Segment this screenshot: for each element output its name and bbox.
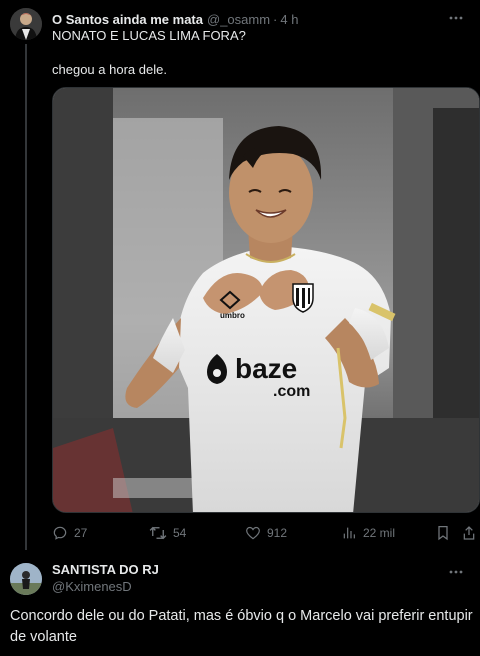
- reply-more-options-button[interactable]: [446, 562, 466, 582]
- tweet-timestamp[interactable]: 4 h: [280, 12, 298, 27]
- timeline: O Santos ainda me mata @_osamm · 4 h NON…: [0, 0, 480, 656]
- santos-crest: [292, 283, 314, 313]
- like-button[interactable]: 912: [245, 524, 287, 542]
- reply-author-name[interactable]: SANTISTA DO RJ: [52, 562, 159, 577]
- sponsor-brand-text: baze: [235, 353, 297, 384]
- author-handle[interactable]: @_osamm: [207, 12, 270, 27]
- ellipsis-icon: [449, 570, 463, 574]
- share-button[interactable]: [462, 524, 476, 542]
- views-button[interactable]: 22 mil: [341, 524, 395, 542]
- tweet-text-line-1: NONATO E LUCAS LIMA FORA?: [52, 28, 246, 43]
- ellipsis-icon: [449, 16, 463, 20]
- retweet-icon: [149, 526, 167, 540]
- tweet-text-line-2: chegou a hora dele.: [52, 62, 167, 77]
- share-icon: [463, 526, 475, 540]
- like-count: 912: [267, 526, 288, 540]
- reply-author-handle[interactable]: @KximenesD: [52, 579, 132, 594]
- reply-author-avatar[interactable]: [10, 563, 42, 595]
- thread-connector-line: [25, 44, 27, 550]
- separator-dot: ·: [273, 11, 278, 27]
- reply-text: Concordo dele ou do Patati, mas é óbvio …: [10, 608, 473, 645]
- bookmark-icon: [438, 526, 448, 541]
- kit-brand-text: umbro: [220, 311, 245, 320]
- author-avatar[interactable]: [10, 8, 42, 40]
- more-options-button[interactable]: [446, 8, 466, 28]
- tweet-media-image[interactable]: umbro baze .com: [52, 87, 480, 513]
- tweet-header: O Santos ainda me mata @_osamm · 4 h: [52, 10, 452, 28]
- author-name[interactable]: O Santos ainda me mata: [52, 12, 203, 27]
- sponsor-domain-text: .com: [273, 383, 310, 400]
- views-icon: [343, 527, 355, 539]
- bookmark-button[interactable]: [436, 524, 450, 542]
- views-count: 22 mil: [363, 526, 396, 540]
- reply-icon: [53, 526, 67, 540]
- reply-button[interactable]: 27: [52, 524, 87, 542]
- retweet-count: 54: [173, 526, 187, 540]
- retweet-button[interactable]: 54: [149, 524, 186, 542]
- like-icon: [246, 526, 260, 540]
- reply-count: 27: [74, 526, 88, 540]
